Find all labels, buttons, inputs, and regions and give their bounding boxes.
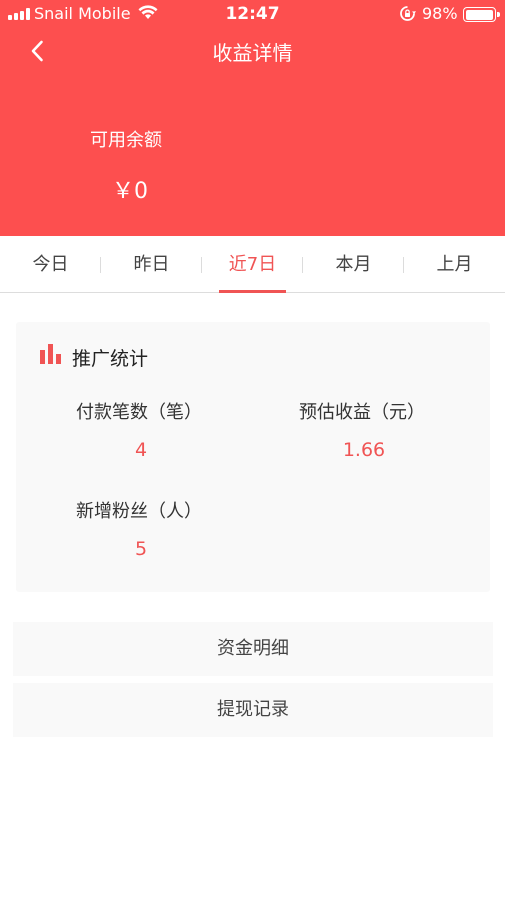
estimated-income-label: 预估收益（元） [299,402,425,423]
tab-label: 今日 [32,254,69,275]
page-title: 收益详情 [212,41,293,65]
active-tab-indicator [219,290,286,293]
new-fans-value: 5 [134,538,148,560]
tab-label: 昨日 [133,254,170,275]
status-bar: Snail Mobile 12:47 98% [0,0,505,28]
new-fans-label: 新增粉丝（人） [76,501,202,522]
balance-value: ￥0 [112,179,148,204]
tab-label: 近7日 [228,254,277,275]
period-tabs: 今日 昨日 近7日 本月 上月 [0,236,505,293]
withdraw-records-button[interactable]: 提现记录 [13,683,493,737]
tab-label: 本月 [335,254,372,275]
bar-chart-icon [40,344,62,364]
fund-details-button[interactable]: 资金明细 [13,622,493,676]
tab-label: 上月 [436,254,473,275]
tab-yesterday[interactable]: 昨日 [101,236,202,292]
payment-count-value: 4 [134,439,148,461]
tab-last-7-days[interactable]: 近7日 [202,236,303,293]
tab-last-month[interactable]: 上月 [404,236,505,292]
header: Snail Mobile 12:47 98% 收益详情 可用余额 ￥0 [0,0,505,236]
orientation-lock-icon [399,5,416,26]
tab-this-month[interactable]: 本月 [303,236,404,292]
stats-title: 推广统计 [72,348,149,370]
payment-count-label: 付款笔数（笔） [76,402,202,423]
balance-label: 可用余额 [90,130,162,151]
tab-today[interactable]: 今日 [0,236,101,292]
estimated-income-value: 1.66 [342,439,386,461]
battery-icon [463,7,500,22]
battery-percent: 98% [422,4,458,23]
promotion-stats-card: 推广统计 付款笔数（笔） 4 预估收益（元） 1.66 新增粉丝（人） 5 [16,322,490,592]
